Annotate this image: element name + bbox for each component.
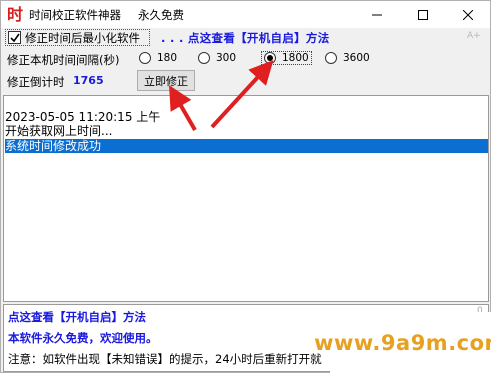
log-line-selected[interactable]: 系统时间修改成功: [5, 139, 488, 153]
minimize-button[interactable]: [354, 1, 399, 28]
checkbox-box[interactable]: [8, 31, 21, 44]
error-note: 注意：如软件出现【未知错误】的提示，24小时后重新打开就: [8, 352, 322, 366]
log-panel[interactable]: 2023-05-05 11:20:15 上午 开始获取网上时间... 系统时间修…: [3, 95, 489, 302]
radio-circle-selected[interactable]: [264, 52, 276, 64]
countdown-value: 1765: [73, 74, 104, 87]
radio-1800[interactable]: 1800: [261, 51, 312, 65]
radio-label: 1800: [282, 52, 309, 64]
maximize-icon: [417, 9, 428, 20]
radio-selected-dot: [267, 55, 273, 61]
radio-300[interactable]: 300: [198, 52, 236, 64]
radio-3600[interactable]: 3600: [325, 52, 370, 64]
maximize-button[interactable]: [400, 1, 445, 28]
radio-label: 180: [157, 52, 178, 64]
radio-circle[interactable]: [325, 52, 337, 64]
app-logo-icon: 时: [5, 4, 25, 24]
app-logo-char: 时: [7, 5, 23, 24]
site-watermark: www.9a9m.com: [314, 312, 491, 373]
close-button[interactable]: [445, 1, 490, 28]
log-line: 2023-05-05 11:20:15 上午: [5, 110, 161, 124]
radio-circle[interactable]: [198, 52, 210, 64]
radio-circle[interactable]: [139, 52, 151, 64]
countdown-label: 修正倒计时: [7, 75, 65, 89]
fix-now-button[interactable]: 立即修正: [137, 70, 195, 91]
checkbox-label: 修正时间后最小化软件: [25, 30, 140, 45]
title-bar[interactable]: 时 时间校正软件神器 永久免费: [1, 1, 490, 28]
watermark-text: www.9a9m.com: [314, 330, 491, 355]
minimize-after-fix-checkbox[interactable]: 修正时间后最小化软件: [5, 29, 150, 46]
autostart-help-link[interactable]: . . . 点这查看【开机自启】方法: [161, 30, 330, 46]
autostart-help-link-bottom[interactable]: 点这查看【开机自启】方法: [8, 309, 146, 325]
close-icon: [462, 9, 473, 20]
interval-label: 修正本机时间间隔(秒): [7, 53, 120, 67]
minimize-icon: [371, 14, 382, 15]
radio-label: 3600: [343, 52, 370, 64]
radio-label: 300: [216, 52, 237, 64]
log-line: 开始获取网上时间...: [5, 124, 113, 138]
free-notice: 本软件永久免费，欢迎使用。: [8, 331, 158, 345]
window-title: 时间校正软件神器: [29, 8, 121, 22]
radio-180[interactable]: 180: [139, 52, 177, 64]
window-subtitle: 永久免费: [138, 8, 184, 22]
checkmark-icon: [9, 33, 20, 42]
font-size-hint[interactable]: A+: [467, 31, 481, 41]
